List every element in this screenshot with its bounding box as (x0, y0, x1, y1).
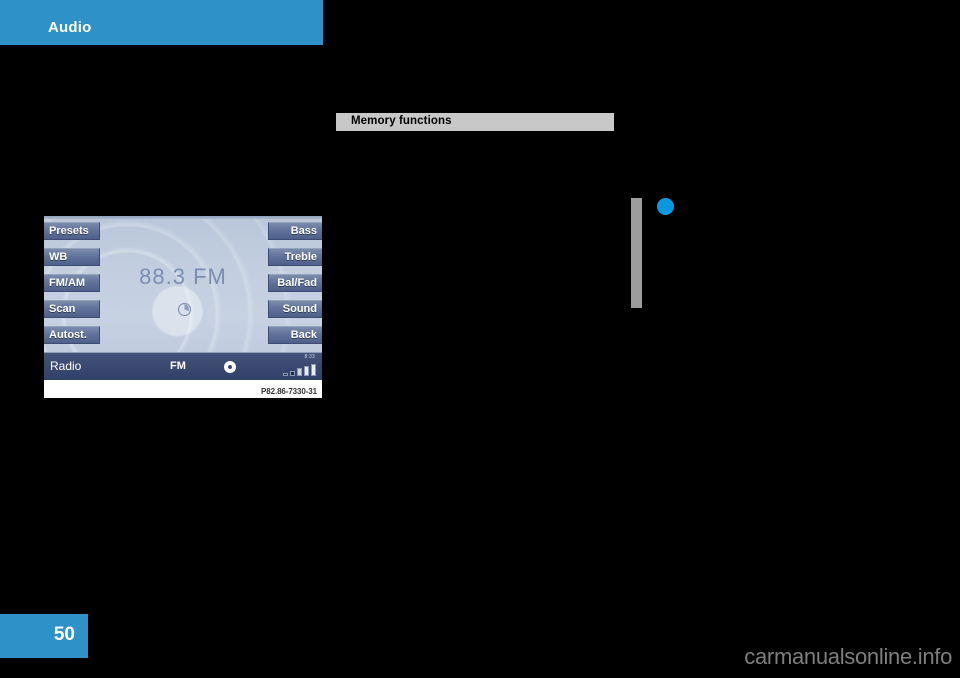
status-clock-label: 8:33 (304, 354, 315, 360)
radio-screen-figure: Presets WB FM/AM Scan Autost. Bass Trebl… (44, 216, 322, 398)
radio-status-bar: Radio FM 8:33 (44, 352, 322, 380)
change-marker-bar (631, 198, 642, 308)
chapter-title: Audio (48, 19, 92, 36)
page-number-box: 50 (0, 614, 88, 658)
signal-strength-icon (283, 363, 317, 376)
site-watermark: carmanualsonline.info (744, 644, 952, 669)
chapter-header-bar: Audio (0, 0, 323, 45)
softkey-sound[interactable]: Sound (268, 300, 322, 318)
softkey-bass[interactable]: Bass (268, 222, 322, 240)
section-heading-label: Memory functions (351, 115, 452, 127)
disc-indicator-icon (224, 361, 236, 373)
radio-display-screen: Presets WB FM/AM Scan Autost. Bass Trebl… (44, 216, 322, 380)
page-number: 50 (53, 624, 75, 645)
tuning-clock-icon (177, 302, 192, 317)
screen-top-edge (44, 216, 322, 219)
figure-caption: P82.86-7330-31 (261, 387, 317, 396)
softkey-autostore[interactable]: Autost. (44, 326, 100, 344)
status-band-label: FM (170, 360, 186, 372)
softkey-presets[interactable]: Presets (44, 222, 100, 240)
status-source-label: Radio (50, 359, 82, 373)
softkey-scan[interactable]: Scan (44, 300, 100, 318)
bullet-dot-icon (657, 198, 674, 215)
station-frequency-readout: 88.3 FM (139, 264, 227, 289)
softkey-back[interactable]: Back (268, 326, 322, 344)
section-heading-bar: Memory functions (336, 113, 614, 131)
